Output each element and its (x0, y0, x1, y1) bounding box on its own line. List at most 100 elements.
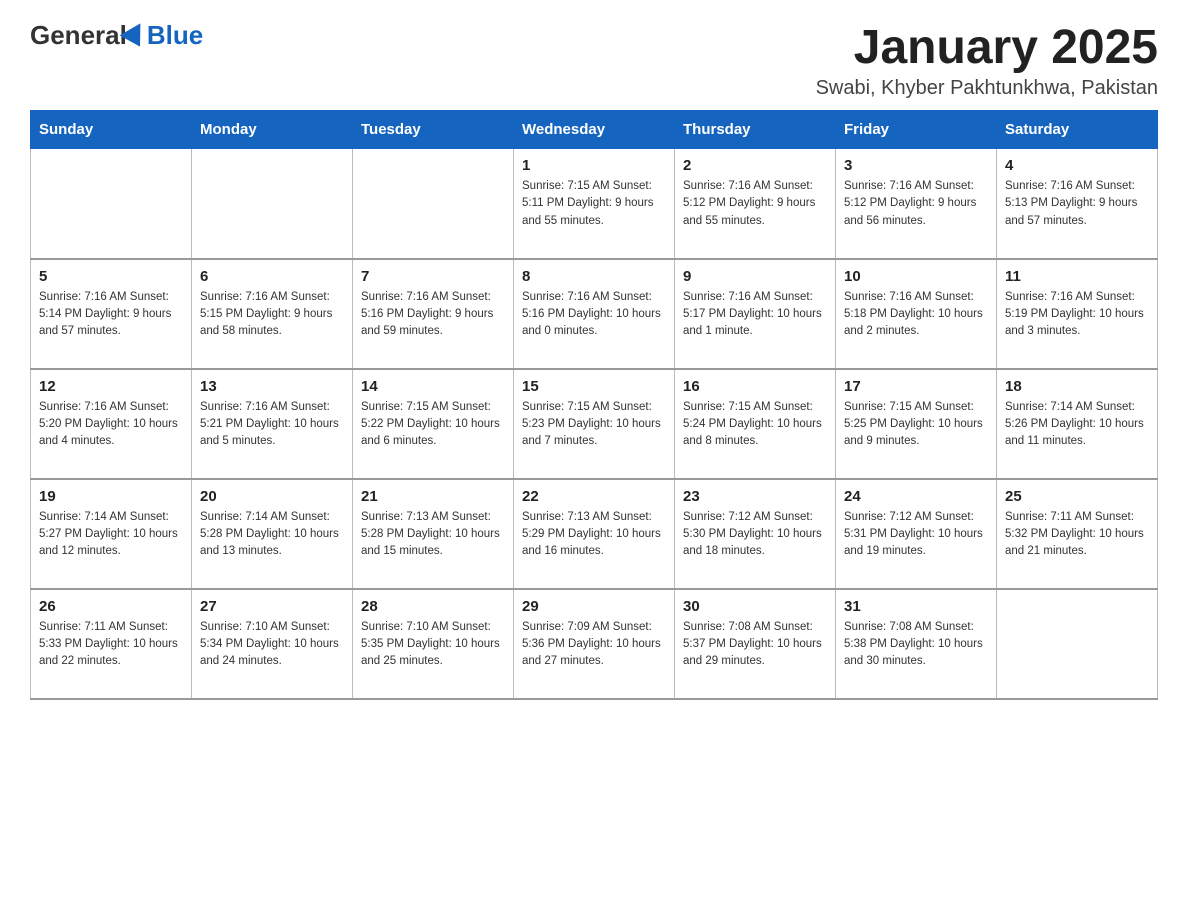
calendar-cell: 1 Sunrise: 7:15 AM Sunset: 5:11 PM Daylig… (514, 149, 675, 259)
day-number: 11 (1005, 268, 1149, 285)
day-number: 3 (844, 157, 988, 174)
day-info: Sunrise: 7:14 AM Sunset: 5:28 PM Dayligh… (200, 509, 344, 561)
day-number: 16 (683, 378, 827, 395)
calendar-cell: 31Sunrise: 7:08 AM Sunset: 5:38 PM Dayli… (836, 589, 997, 699)
day-info: Sunrise: 7:16 AM Sunset: 5:19 PM Dayligh… (1005, 289, 1149, 341)
weekday-header-tuesday: Tuesday (353, 111, 514, 149)
calendar-cell: 22 Sunrise: 7:13 AM Sunset: 5:29 PM Dayli… (514, 479, 675, 589)
day-number: 4 (1005, 157, 1149, 174)
day-info: Sunrise: 7:16 AM Sunset: 5:12 PM Dayligh… (844, 178, 988, 230)
calendar-header: SundayMondayTuesdayWednesdayThursdayFrid… (31, 111, 1158, 149)
day-info: Sunrise: 7:15 AM Sunset: 5:24 PM Dayligh… (683, 399, 827, 451)
day-number: 23 (683, 488, 827, 505)
day-number: 1 (522, 157, 666, 174)
day-info: Sunrise: 7:16 AM Sunset: 5:17 PM Dayligh… (683, 289, 827, 341)
day-info: Sunrise: 7:15 AM Sunset: 5:11 PM Dayligh… (522, 178, 666, 230)
weekday-header-row: SundayMondayTuesdayWednesdayThursdayFrid… (31, 111, 1158, 149)
calendar-cell (31, 149, 192, 259)
calendar-cell (353, 149, 514, 259)
calendar-cell (997, 589, 1158, 699)
calendar-cell: 30 Sunrise: 7:08 AM Sunset: 5:37 PM Dayli… (675, 589, 836, 699)
calendar-cell: 15 Sunrise: 7:15 AM Sunset: 5:23 PM Dayli… (514, 369, 675, 479)
calendar-cell: 9 Sunrise: 7:16 AM Sunset: 5:17 PM Daylig… (675, 259, 836, 369)
title-section: January 2025 Swabi, Khyber Pakhtunkhwa, … (816, 20, 1158, 100)
calendar-cell: 16 Sunrise: 7:15 AM Sunset: 5:24 PM Dayli… (675, 369, 836, 479)
day-number: 28 (361, 598, 505, 615)
day-number: 14 (361, 378, 505, 395)
calendar-table: SundayMondayTuesdayWednesdayThursdayFrid… (30, 110, 1158, 700)
calendar-cell: 19 Sunrise: 7:14 AM Sunset: 5:27 PM Dayli… (31, 479, 192, 589)
day-info: Sunrise: 7:16 AM Sunset: 5:14 PM Dayligh… (39, 289, 183, 341)
calendar-cell: 7 Sunrise: 7:16 AM Sunset: 5:16 PM Daylig… (353, 259, 514, 369)
day-number: 9 (683, 268, 827, 285)
day-info: Sunrise: 7:16 AM Sunset: 5:18 PM Dayligh… (844, 289, 988, 341)
day-info: Sunrise: 7:16 AM Sunset: 5:20 PM Dayligh… (39, 399, 183, 451)
logo: General Blue (30, 20, 203, 51)
calendar-cell: 17Sunrise: 7:15 AM Sunset: 5:25 PM Dayli… (836, 369, 997, 479)
calendar-week-row: 12Sunrise: 7:16 AM Sunset: 5:20 PM Dayli… (31, 369, 1158, 479)
day-info: Sunrise: 7:16 AM Sunset: 5:16 PM Dayligh… (522, 289, 666, 341)
logo-blue-text: Blue (147, 20, 203, 51)
calendar-cell: 26 Sunrise: 7:11 AM Sunset: 5:33 PM Dayli… (31, 589, 192, 699)
calendar-week-row: 26 Sunrise: 7:11 AM Sunset: 5:33 PM Dayli… (31, 589, 1158, 699)
day-info: Sunrise: 7:15 AM Sunset: 5:22 PM Dayligh… (361, 399, 505, 451)
calendar-cell: 21 Sunrise: 7:13 AM Sunset: 5:28 PM Dayli… (353, 479, 514, 589)
day-info: Sunrise: 7:16 AM Sunset: 5:15 PM Dayligh… (200, 289, 344, 341)
calendar-cell: 24Sunrise: 7:12 AM Sunset: 5:31 PM Dayli… (836, 479, 997, 589)
day-number: 29 (522, 598, 666, 615)
calendar-week-row: 1 Sunrise: 7:15 AM Sunset: 5:11 PM Daylig… (31, 149, 1158, 259)
day-info: Sunrise: 7:10 AM Sunset: 5:34 PM Dayligh… (200, 619, 344, 671)
day-number: 17 (844, 378, 988, 395)
calendar-cell: 25 Sunrise: 7:11 AM Sunset: 5:32 PM Dayli… (997, 479, 1158, 589)
day-number: 8 (522, 268, 666, 285)
calendar-cell: 8 Sunrise: 7:16 AM Sunset: 5:16 PM Daylig… (514, 259, 675, 369)
calendar-cell: 20 Sunrise: 7:14 AM Sunset: 5:28 PM Dayli… (192, 479, 353, 589)
day-info: Sunrise: 7:16 AM Sunset: 5:16 PM Dayligh… (361, 289, 505, 341)
day-number: 20 (200, 488, 344, 505)
day-number: 18 (1005, 378, 1149, 395)
weekday-header-thursday: Thursday (675, 111, 836, 149)
calendar-cell: 18 Sunrise: 7:14 AM Sunset: 5:26 PM Dayli… (997, 369, 1158, 479)
day-number: 25 (1005, 488, 1149, 505)
day-info: Sunrise: 7:14 AM Sunset: 5:27 PM Dayligh… (39, 509, 183, 561)
day-info: Sunrise: 7:13 AM Sunset: 5:29 PM Dayligh… (522, 509, 666, 561)
day-info: Sunrise: 7:14 AM Sunset: 5:26 PM Dayligh… (1005, 399, 1149, 451)
calendar-week-row: 5Sunrise: 7:16 AM Sunset: 5:14 PM Daylig… (31, 259, 1158, 369)
day-info: Sunrise: 7:16 AM Sunset: 5:21 PM Dayligh… (200, 399, 344, 451)
calendar-cell: 13 Sunrise: 7:16 AM Sunset: 5:21 PM Dayli… (192, 369, 353, 479)
calendar-cell: 28Sunrise: 7:10 AM Sunset: 5:35 PM Dayli… (353, 589, 514, 699)
calendar-cell: 29 Sunrise: 7:09 AM Sunset: 5:36 PM Dayli… (514, 589, 675, 699)
calendar-cell: 4Sunrise: 7:16 AM Sunset: 5:13 PM Daylig… (997, 149, 1158, 259)
calendar-cell: 23 Sunrise: 7:12 AM Sunset: 5:30 PM Dayli… (675, 479, 836, 589)
day-info: Sunrise: 7:15 AM Sunset: 5:23 PM Dayligh… (522, 399, 666, 451)
calendar-cell: 3 Sunrise: 7:16 AM Sunset: 5:12 PM Daylig… (836, 149, 997, 259)
day-info: Sunrise: 7:13 AM Sunset: 5:28 PM Dayligh… (361, 509, 505, 561)
calendar-cell: 27Sunrise: 7:10 AM Sunset: 5:34 PM Dayli… (192, 589, 353, 699)
day-number: 30 (683, 598, 827, 615)
calendar-cell (192, 149, 353, 259)
day-info: Sunrise: 7:09 AM Sunset: 5:36 PM Dayligh… (522, 619, 666, 671)
calendar-body: 1 Sunrise: 7:15 AM Sunset: 5:11 PM Daylig… (31, 149, 1158, 699)
day-info: Sunrise: 7:08 AM Sunset: 5:37 PM Dayligh… (683, 619, 827, 671)
day-number: 21 (361, 488, 505, 505)
calendar-cell: 2Sunrise: 7:16 AM Sunset: 5:12 PM Daylig… (675, 149, 836, 259)
day-number: 15 (522, 378, 666, 395)
day-number: 26 (39, 598, 183, 615)
day-number: 6 (200, 268, 344, 285)
day-info: Sunrise: 7:12 AM Sunset: 5:30 PM Dayligh… (683, 509, 827, 561)
day-number: 22 (522, 488, 666, 505)
month-title: January 2025 (816, 20, 1158, 75)
weekday-header-sunday: Sunday (31, 111, 192, 149)
day-info: Sunrise: 7:16 AM Sunset: 5:12 PM Dayligh… (683, 178, 827, 230)
day-info: Sunrise: 7:12 AM Sunset: 5:31 PM Dayligh… (844, 509, 988, 561)
day-number: 13 (200, 378, 344, 395)
calendar-cell: 5Sunrise: 7:16 AM Sunset: 5:14 PM Daylig… (31, 259, 192, 369)
weekday-header-saturday: Saturday (997, 111, 1158, 149)
calendar-cell: 10 Sunrise: 7:16 AM Sunset: 5:18 PM Dayli… (836, 259, 997, 369)
day-info: Sunrise: 7:11 AM Sunset: 5:32 PM Dayligh… (1005, 509, 1149, 561)
day-number: 10 (844, 268, 988, 285)
day-number: 19 (39, 488, 183, 505)
day-info: Sunrise: 7:11 AM Sunset: 5:33 PM Dayligh… (39, 619, 183, 671)
day-number: 7 (361, 268, 505, 285)
logo-general-text: General (30, 20, 127, 51)
